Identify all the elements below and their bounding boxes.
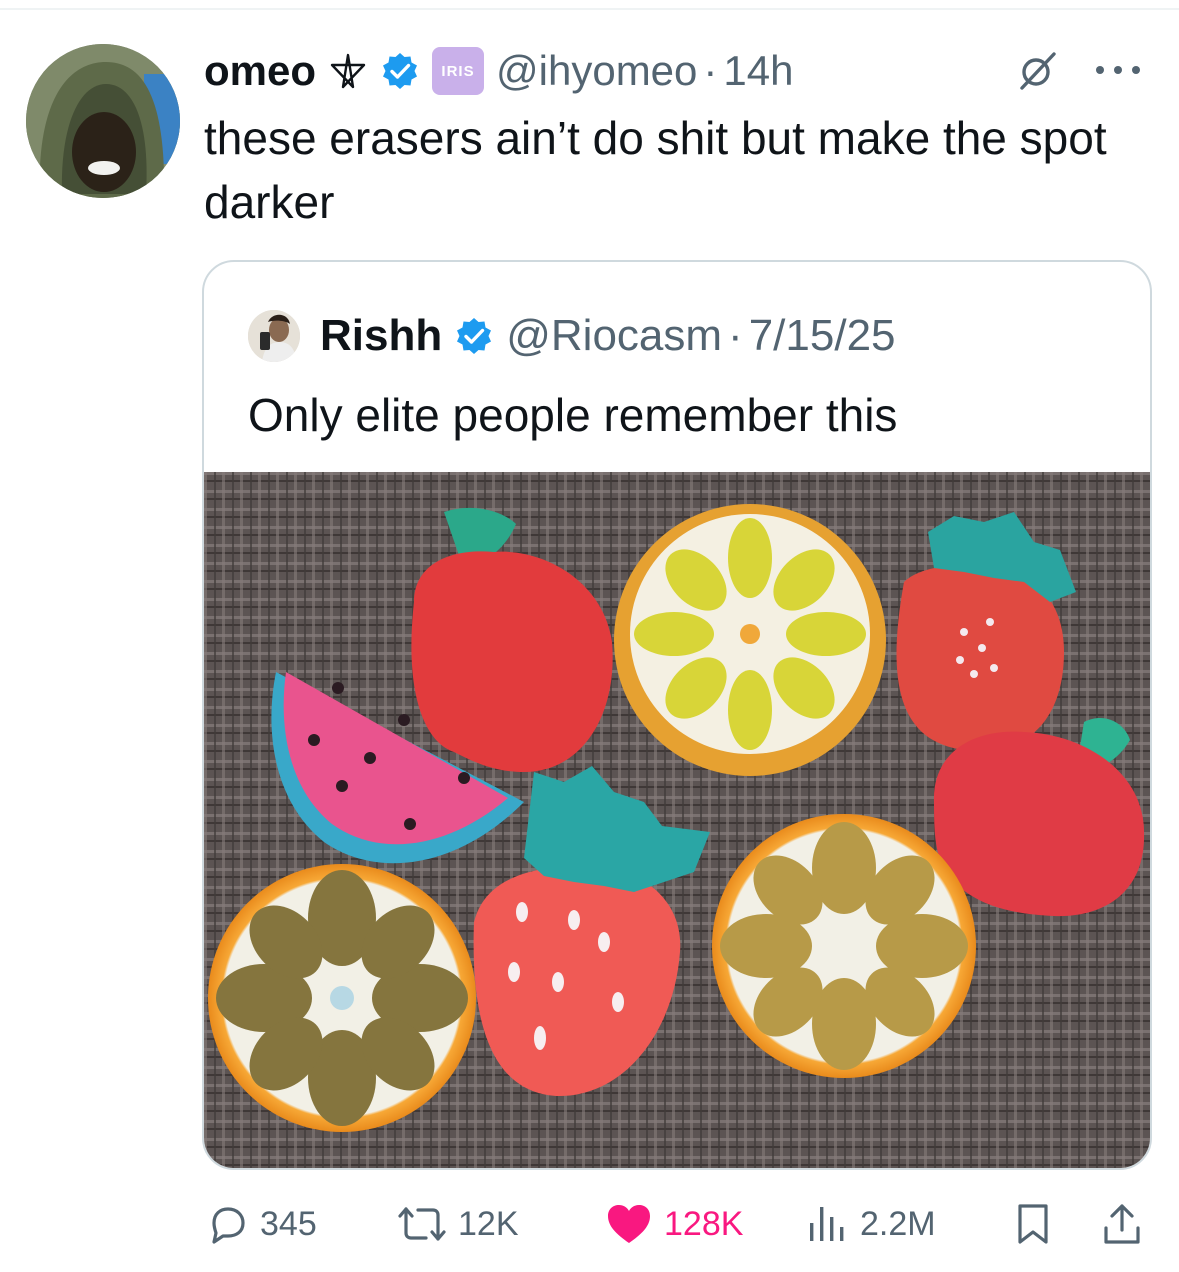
grok-icon[interactable] [1016, 50, 1058, 92]
top-divider [0, 8, 1179, 10]
pentagram-icon [328, 51, 368, 91]
analytics-icon [810, 1207, 844, 1241]
repost-count: 12K [458, 1204, 519, 1243]
author-display-name[interactable]: omeo [204, 47, 316, 95]
quoted-post-header: Rishh @Riocasm · 7/15/25 [248, 308, 896, 364]
views-button[interactable]: 2.2M [806, 1196, 936, 1252]
share-button[interactable] [1102, 1196, 1142, 1252]
quoted-author-handle[interactable]: @Riocasm [506, 311, 722, 361]
verified-badge-icon[interactable] [380, 51, 420, 91]
orange-eraser-left [208, 864, 476, 1132]
lemon-eraser [614, 504, 886, 776]
iris-affiliate-badge[interactable]: IRIS [432, 47, 485, 95]
repost-button[interactable]: 12K [398, 1196, 519, 1252]
author-handle[interactable]: @ihyomeo [496, 47, 697, 95]
quoted-post-text: Only elite people remember this [248, 389, 898, 441]
quoted-post-date[interactable]: 7/15/25 [749, 311, 896, 361]
like-button[interactable]: 128K [606, 1196, 743, 1252]
post-action-bar: 345 12K 128K 2.2M [202, 1196, 1152, 1252]
quoted-post-card[interactable]: Rishh @Riocasm · 7/15/25 Only elite peop… [202, 260, 1152, 1170]
like-count: 128K [664, 1204, 744, 1243]
orange-eraser-right [712, 814, 976, 1078]
post-time[interactable]: 14h [723, 47, 793, 95]
repost-icon [398, 1207, 446, 1241]
quoted-author-avatar[interactable] [248, 310, 300, 362]
quoted-date-separator: · [728, 311, 743, 360]
reply-button[interactable]: 345 [206, 1196, 317, 1252]
time-separator: · [703, 47, 718, 94]
quoted-verified-badge-icon[interactable] [454, 316, 494, 356]
share-icon [1104, 1204, 1140, 1244]
apple-eraser-right [933, 718, 1145, 917]
view-count: 2.2M [860, 1204, 936, 1243]
quoted-author-display-name[interactable]: Rishh [320, 311, 442, 361]
bookmark-button[interactable] [1014, 1196, 1052, 1252]
more-options-icon[interactable] [1092, 62, 1144, 78]
reply-count: 345 [260, 1204, 317, 1243]
quoted-post-image[interactable] [204, 472, 1150, 1168]
post-text: these erasers ain’t do shit but make the… [204, 112, 1107, 228]
heart-filled-icon [608, 1205, 650, 1243]
reply-icon [212, 1207, 245, 1244]
author-avatar[interactable] [26, 44, 180, 198]
post-header: omeo IRIS @ihyomeo · 14h [204, 40, 793, 102]
bookmark-icon [1018, 1204, 1048, 1244]
